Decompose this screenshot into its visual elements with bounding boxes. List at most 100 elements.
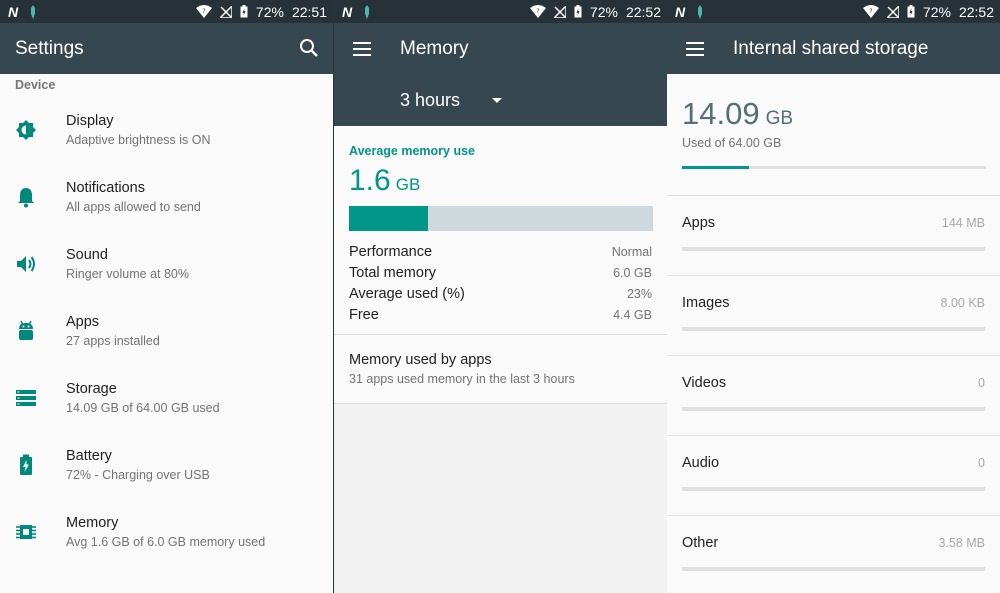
memory-used-by-apps[interactable]: Memory used by apps 31 apps used memory …: [334, 335, 667, 404]
category-size: 3.58 MB: [938, 536, 985, 550]
storage-toolbar: Internal shared storage: [667, 23, 1000, 74]
memory-stats: Performance Normal Total memory 6.0 GB A…: [349, 241, 652, 325]
battery-percent: 72%: [589, 3, 618, 20]
storage-category-apps[interactable]: Apps 144 MB: [667, 196, 1000, 276]
settings-item-apps[interactable]: Apps 27 apps installed: [0, 297, 333, 364]
stat-value: 4.4 GB: [613, 307, 652, 322]
settings-item-subtitle: 14.09 GB of 64.00 GB used: [66, 400, 220, 415]
battery-percent: 72%: [922, 3, 951, 20]
stat-value: Normal: [611, 244, 652, 259]
menu-button[interactable]: [683, 37, 707, 61]
settings-item-storage[interactable]: Storage 14.09 GB of 64.00 GB used: [0, 364, 333, 431]
category-name: Videos: [682, 375, 727, 391]
android-notification-icon: [365, 4, 370, 19]
memory-stat-row: Free 4.4 GB: [349, 304, 652, 325]
category-size: 0: [978, 376, 985, 390]
svg-text:?: ?: [869, 8, 872, 15]
svg-text:?: ?: [202, 8, 205, 15]
battery-icon: [574, 5, 582, 18]
stat-key: Free: [349, 306, 379, 323]
settings-item-subtitle: Ringer volume at 80%: [66, 266, 189, 281]
storage-used-value: 14.09 GB: [682, 96, 985, 132]
clock: 22:51: [291, 3, 327, 20]
brightness-icon: [14, 118, 38, 142]
stat-value: 6.0 GB: [613, 265, 652, 280]
storage-icon: [14, 386, 38, 410]
nfc-icon: N: [342, 3, 352, 20]
storage-usage-bar: [682, 166, 986, 169]
settings-item-title: Apps: [66, 313, 100, 330]
storage-category-audio[interactable]: Audio 0: [667, 436, 1000, 516]
category-bar: [682, 327, 985, 331]
period-value: 3 hours: [400, 89, 461, 110]
storage-screen: N ? 72% 22:52 Internal shared storage 14…: [667, 0, 1000, 593]
period-dropdown[interactable]: 3 hours: [400, 89, 503, 111]
average-memory-unit: GB: [395, 175, 421, 194]
settings-toolbar: Settings: [0, 23, 333, 74]
storage-used-unit: GB: [765, 108, 794, 129]
hamburger-icon: [353, 41, 371, 56]
clock: 22:52: [625, 3, 661, 20]
settings-item-title: Battery: [66, 447, 112, 464]
period-bar: 3 hours: [334, 74, 667, 126]
settings-item-battery[interactable]: Battery 72% - Charging over USB: [0, 431, 333, 498]
hamburger-icon: [686, 41, 704, 56]
memory-icon: [14, 520, 38, 544]
settings-screen: N ? 72% 22:51 Settings Device Display Ad…: [0, 0, 333, 593]
stat-key: Average used (%): [349, 285, 465, 302]
settings-item-sound[interactable]: Sound Ringer volume at 80%: [0, 230, 333, 297]
wifi-icon: ?: [529, 5, 546, 18]
storage-category-videos[interactable]: Videos 0: [667, 356, 1000, 436]
memory-summary-card: Average memory use 1.6 GB Performance No…: [334, 126, 667, 335]
settings-item-title: Storage: [66, 380, 117, 397]
svg-text:?: ?: [536, 8, 539, 15]
memory-toolbar: Memory: [334, 23, 667, 74]
section-header-device: Device: [15, 78, 56, 92]
memory-apps-subtitle: 31 apps used memory in the last 3 hours: [349, 372, 575, 386]
stat-key: Performance: [349, 243, 433, 260]
settings-item-memory[interactable]: Memory Avg 1.6 GB of 6.0 GB memory used: [0, 498, 333, 565]
menu-button[interactable]: [350, 37, 374, 61]
memory-stat-row: Average used (%) 23%: [349, 283, 652, 304]
status-bar: N ? 72% 22:52: [667, 0, 1000, 23]
settings-item-subtitle: All apps allowed to send: [66, 199, 201, 214]
wifi-icon: ?: [862, 5, 879, 18]
dropdown-arrow-icon: [492, 97, 503, 103]
storage-summary: 14.09 GB Used of 64.00 GB: [667, 74, 1000, 196]
storage-category-other[interactable]: Other 3.58 MB: [667, 516, 1000, 593]
nfc-icon: N: [675, 3, 685, 20]
memory-usage-bar: [349, 206, 653, 231]
clock: 22:52: [958, 3, 994, 20]
battery-icon: [240, 5, 248, 18]
storage-usage-fill: [682, 166, 749, 169]
memory-stat-row: Total memory 6.0 GB: [349, 262, 652, 283]
settings-item-title: Notifications: [66, 179, 145, 196]
search-button[interactable]: [297, 36, 321, 60]
no-signal-icon: [886, 5, 899, 18]
category-name: Images: [682, 295, 730, 311]
page-title: Internal shared storage: [733, 37, 929, 59]
category-name: Apps: [682, 215, 716, 231]
average-memory-number: 1.6: [349, 164, 391, 197]
bell-icon: [14, 185, 38, 209]
memory-stat-row: Performance Normal: [349, 241, 652, 262]
category-bar: [682, 567, 985, 571]
battery-charging-icon: [14, 453, 38, 477]
battery-icon: [907, 5, 915, 18]
settings-item-display[interactable]: Display Adaptive brightness is ON: [0, 96, 333, 163]
memory-usage-fill: [349, 206, 429, 231]
category-size: 0: [978, 456, 985, 470]
stat-key: Total memory: [349, 264, 437, 281]
status-bar: N ? 72% 22:51: [0, 0, 333, 23]
settings-item-title: Memory: [66, 514, 119, 531]
nfc-icon: N: [8, 3, 18, 20]
page-title: Settings: [15, 37, 84, 59]
settings-item-subtitle: Adaptive brightness is ON: [66, 132, 211, 147]
storage-category-images[interactable]: Images 8.00 KB: [667, 276, 1000, 356]
storage-used-number: 14.09: [682, 96, 760, 131]
settings-item-notifications[interactable]: Notifications All apps allowed to send: [0, 163, 333, 230]
settings-item-title: Sound: [66, 246, 108, 263]
android-notification-icon: [698, 4, 703, 19]
volume-icon: [14, 252, 38, 276]
category-bar: [682, 247, 985, 251]
